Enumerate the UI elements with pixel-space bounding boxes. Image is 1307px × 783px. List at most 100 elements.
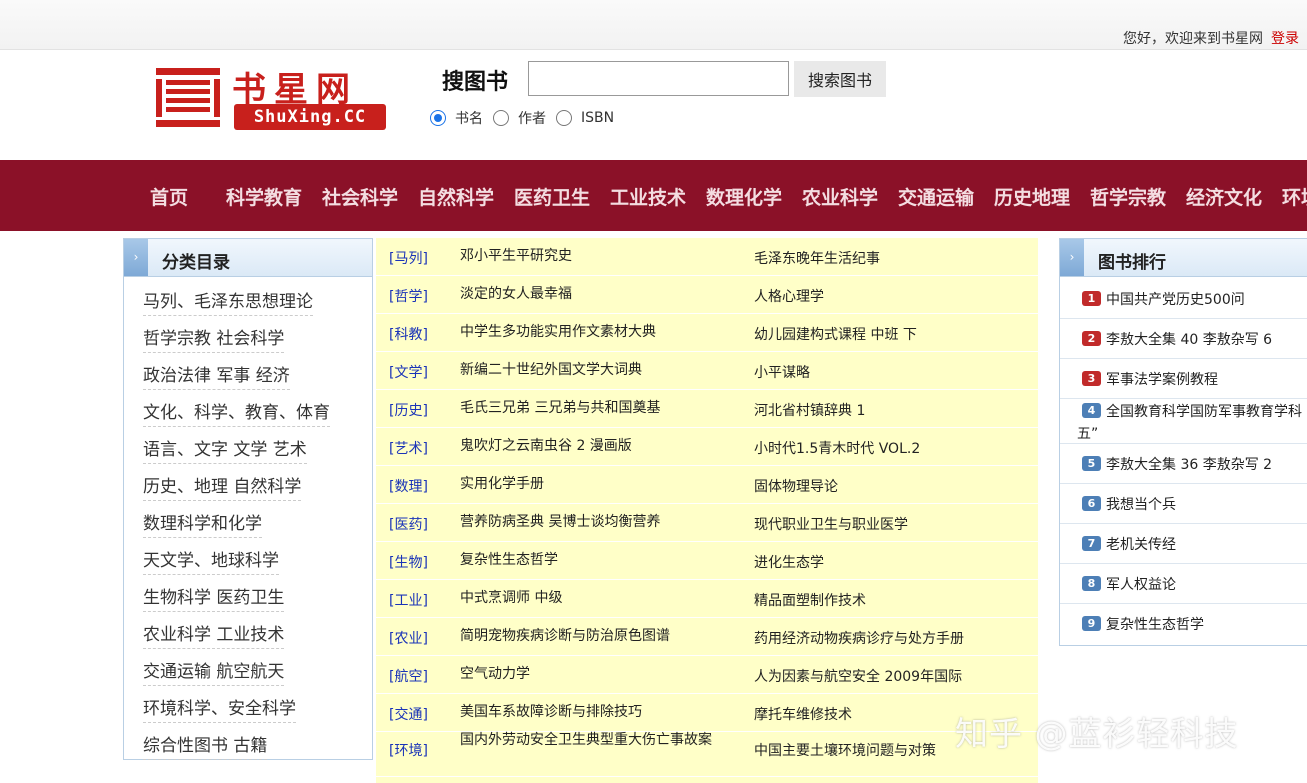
radio-isbn[interactable]: ISBN [556,110,614,126]
ranking-book-link[interactable]: 老机关传经 [1106,534,1176,554]
radio-dot-icon[interactable] [430,110,446,126]
book-title-link[interactable]: 现代职业卫生与职业医学 [754,514,908,534]
ranking-item[interactable]: 1 中国共产党历史500问 [1060,279,1307,319]
category-item[interactable]: 天文学、地球科学 [143,546,279,575]
ranking-book-link[interactable]: 李敖大全集 36 李敖杂写 2 [1106,454,1272,474]
nav-item[interactable]: 环境 [1282,183,1307,210]
book-title-link[interactable]: 中国主要土壤环境问题与对策 [754,740,936,760]
book-title-link[interactable]: 毛泽东晚年生活纪事 [754,248,880,268]
nav-item[interactable]: 交通运输 [898,183,974,210]
search-button[interactable]: 搜索图书 [794,61,886,97]
book-title-link[interactable]: 复杂性生态哲学 [460,550,730,570]
category-item[interactable]: 数理科学和化学 [143,509,262,538]
book-title-link[interactable]: 新编二十世纪外国文学大词典 [460,360,730,380]
book-title-link[interactable]: 美国车系故障诊断与排除技巧 [460,702,730,722]
ranking-book-link[interactable]: 全国教育科学国防军事教育学科 [1106,401,1302,421]
category-item[interactable]: 生物科学 医药卫生 [143,583,285,612]
category-item[interactable]: 文化、科学、教育、体育 [143,398,330,427]
category-tag-link[interactable]: [工业] [389,590,428,610]
book-title-link[interactable]: 小平谋略 [754,362,810,382]
book-title-link[interactable]: 鬼吹灯之云南虫谷 2 漫画版 [460,436,730,456]
ranking-item[interactable]: 7 老机关传经 [1060,524,1307,564]
category-item[interactable]: 环境科学、安全科学 [143,694,296,723]
book-title-link[interactable]: 人格心理学 [754,286,824,306]
book-title-link[interactable]: 幼儿园建构式课程 中班 下 [754,324,917,344]
ranking-book-link[interactable]: 军人权益论 [1106,574,1176,594]
ranking-item[interactable]: 6 我想当个兵 [1060,484,1307,524]
category-item[interactable]: 哲学宗教 社会科学 [143,324,285,353]
search-input[interactable] [528,61,789,96]
radio-title[interactable]: 书名 [430,108,483,128]
book-title-link[interactable]: 中学生多功能实用作文素材大典 [460,322,730,342]
category-panel: › 分类目录 马列、毛泽东思想理论 哲学宗教 社会科学 政治法律 军事 经济 文… [123,238,373,760]
radio-dot-icon[interactable] [493,110,509,126]
category-item[interactable]: 政治法律 军事 经济 [143,361,290,390]
book-title-link[interactable]: 国内外劳动安全卫生典型重大伤亡事故案 [460,730,730,750]
ranking-book-link[interactable]: 军事法学案例教程 [1106,369,1218,389]
nav-item[interactable]: 经济文化 [1186,183,1262,210]
ranking-book-link[interactable]: 我想当个兵 [1106,494,1176,514]
nav-item[interactable]: 医药卫生 [514,183,590,210]
nav-item[interactable]: 数理化学 [706,183,782,210]
nav-item[interactable]: 首页 [150,183,188,210]
category-tag-link[interactable]: [生物] [389,552,428,572]
category-item[interactable]: 马列、毛泽东思想理论 [143,287,313,316]
category-tag-link[interactable]: [航空] [389,666,428,686]
book-title-link[interactable]: 淡定的女人最幸福 [460,284,730,304]
book-title-link[interactable]: 固体物理导论 [754,476,838,496]
ranking-book-link[interactable]: 李敖大全集 40 李敖杂写 6 [1106,329,1272,349]
category-tag-link[interactable]: [数理] [389,476,428,496]
category-tag-link[interactable]: [文学] [389,362,428,382]
book-title-link[interactable]: 营养防病圣典 吴博士谈均衡营养 [460,512,730,532]
book-title-link[interactable]: 药用经济动物疾病诊疗与处方手册 [754,628,964,648]
nav-item[interactable]: 自然科学 [418,183,494,210]
radio-dot-icon[interactable] [556,110,572,126]
category-tag-link[interactable]: [历史] [389,400,428,420]
radio-author[interactable]: 作者 [493,108,546,128]
book-title-link[interactable]: 毛氏三兄弟 三兄弟与共和国奠基 [460,398,730,418]
category-tag-link[interactable]: [科教] [389,324,428,344]
ranking-item[interactable]: 2 李敖大全集 40 李敖杂写 6 [1060,319,1307,359]
ranking-book-link-continued[interactable]: 五” [1077,423,1098,443]
ranking-item[interactable]: 9 复杂性生态哲学 [1060,604,1307,644]
login-link[interactable]: 登录 [1271,28,1307,48]
ranking-book-link[interactable]: 复杂性生态哲学 [1106,614,1204,634]
ranking-item[interactable]: 8 军人权益论 [1060,564,1307,604]
category-item[interactable]: 历史、地理 自然科学 [143,472,302,501]
book-title-link[interactable]: 进化生态学 [754,552,824,572]
category-item[interactable]: 语言、文字 文学 艺术 [143,435,307,464]
category-tag-link[interactable]: [医药] [389,514,428,534]
book-title-link[interactable]: 邓小平生平研究史 [460,246,730,266]
category-tag-link[interactable]: [环境] [389,740,428,760]
ranking-item[interactable]: 4 全国教育科学国防军事教育学科 五” [1060,399,1307,444]
ranking-item[interactable]: 3 军事法学案例教程 [1060,359,1307,399]
book-title-link[interactable]: 人为因素与航空安全 2009年国际 [754,666,962,686]
nav-item[interactable]: 哲学宗教 [1090,183,1166,210]
book-title-link[interactable]: 简明宠物疾病诊断与防治原色图谱 [460,626,730,646]
site-logo[interactable]: 书星网 ShuXing.CC [152,62,388,132]
book-title-link[interactable]: 河北省村镇辞典 1 [754,400,865,420]
nav-item[interactable]: 历史地理 [994,183,1070,210]
nav-item[interactable]: 社会科学 [322,183,398,210]
book-title-link[interactable]: 小时代1.5青木时代 VOL.2 [754,438,920,458]
nav-item[interactable]: 工业技术 [610,183,686,210]
category-item[interactable]: 交通运输 航空航天 [143,657,285,686]
category-tag-link[interactable]: [艺术] [389,438,428,458]
nav-item[interactable]: 农业科学 [802,183,878,210]
list-item: [历史] 毛氏三兄弟 三兄弟与共和国奠基 河北省村镇辞典 1 [376,390,1038,428]
book-title-link[interactable]: 摩托车维修技术 [754,704,852,724]
book-title-link[interactable]: 中式烹调师 中级 [460,588,730,608]
ranking-book-link[interactable]: 中国共产党历史500问 [1106,289,1245,309]
ranking-item[interactable]: 5 李敖大全集 36 李敖杂写 2 [1060,444,1307,484]
category-tag-link[interactable]: [哲学] [389,286,428,306]
book-title-link[interactable]: 空气动力学 [460,664,730,684]
book-title-link[interactable]: 精品面塑制作技术 [754,590,866,610]
book-title-link[interactable]: 实用化学手册 [460,474,730,494]
category-tag-link[interactable]: [交通] [389,704,428,724]
nav-item[interactable]: 科学教育 [226,183,302,210]
radio-label: 作者 [518,111,546,127]
category-item[interactable]: 综合性图书 古籍 [143,731,268,760]
category-tag-link[interactable]: [农业] [389,628,428,648]
category-tag-link[interactable]: [马列] [389,248,428,268]
category-item[interactable]: 农业科学 工业技术 [143,620,285,649]
